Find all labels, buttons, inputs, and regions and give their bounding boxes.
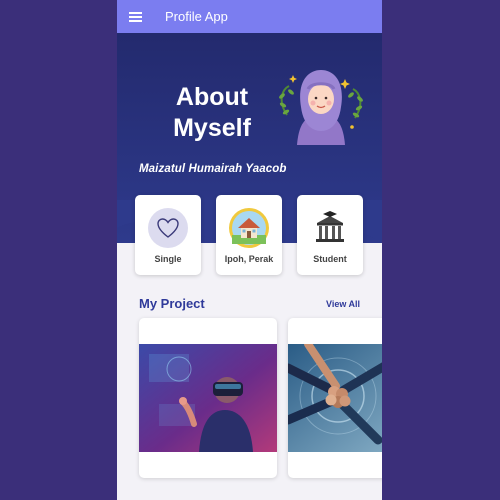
status-icon-bg [148,208,188,248]
university-icon [316,211,344,242]
projects-section-title: My Project [139,296,205,311]
occupation-label: Student [313,254,347,264]
phone-screen: Profile App About Myself Maizatul Humair… [117,0,382,500]
app-bar: Profile App [117,0,382,33]
occupation-icon-bg [310,208,350,248]
project-image-teamwork [288,344,382,452]
app-title: Profile App [165,9,228,24]
location-icon-bg [229,208,269,248]
location-card[interactable]: Ipoh, Perak [216,195,282,275]
occupation-card[interactable]: Student [297,195,363,275]
page-title: About Myself [157,82,267,144]
menu-icon[interactable] [129,11,142,22]
project-image-vr [139,344,277,452]
status-label: Single [154,254,182,264]
title-line-2: Myself [173,114,251,142]
status-card[interactable]: Single [135,195,201,275]
avatar-illustration [279,70,363,145]
project-card[interactable] [139,318,277,478]
house-icon [232,211,266,245]
location-label: Ipoh, Perak [224,254,274,264]
profile-name: Maizatul Humairah Yaacob [139,163,287,175]
view-all-link[interactable]: View All [326,299,360,309]
title-line-1: About [175,83,249,111]
heart-icon [157,218,179,238]
project-card[interactable] [288,318,382,478]
